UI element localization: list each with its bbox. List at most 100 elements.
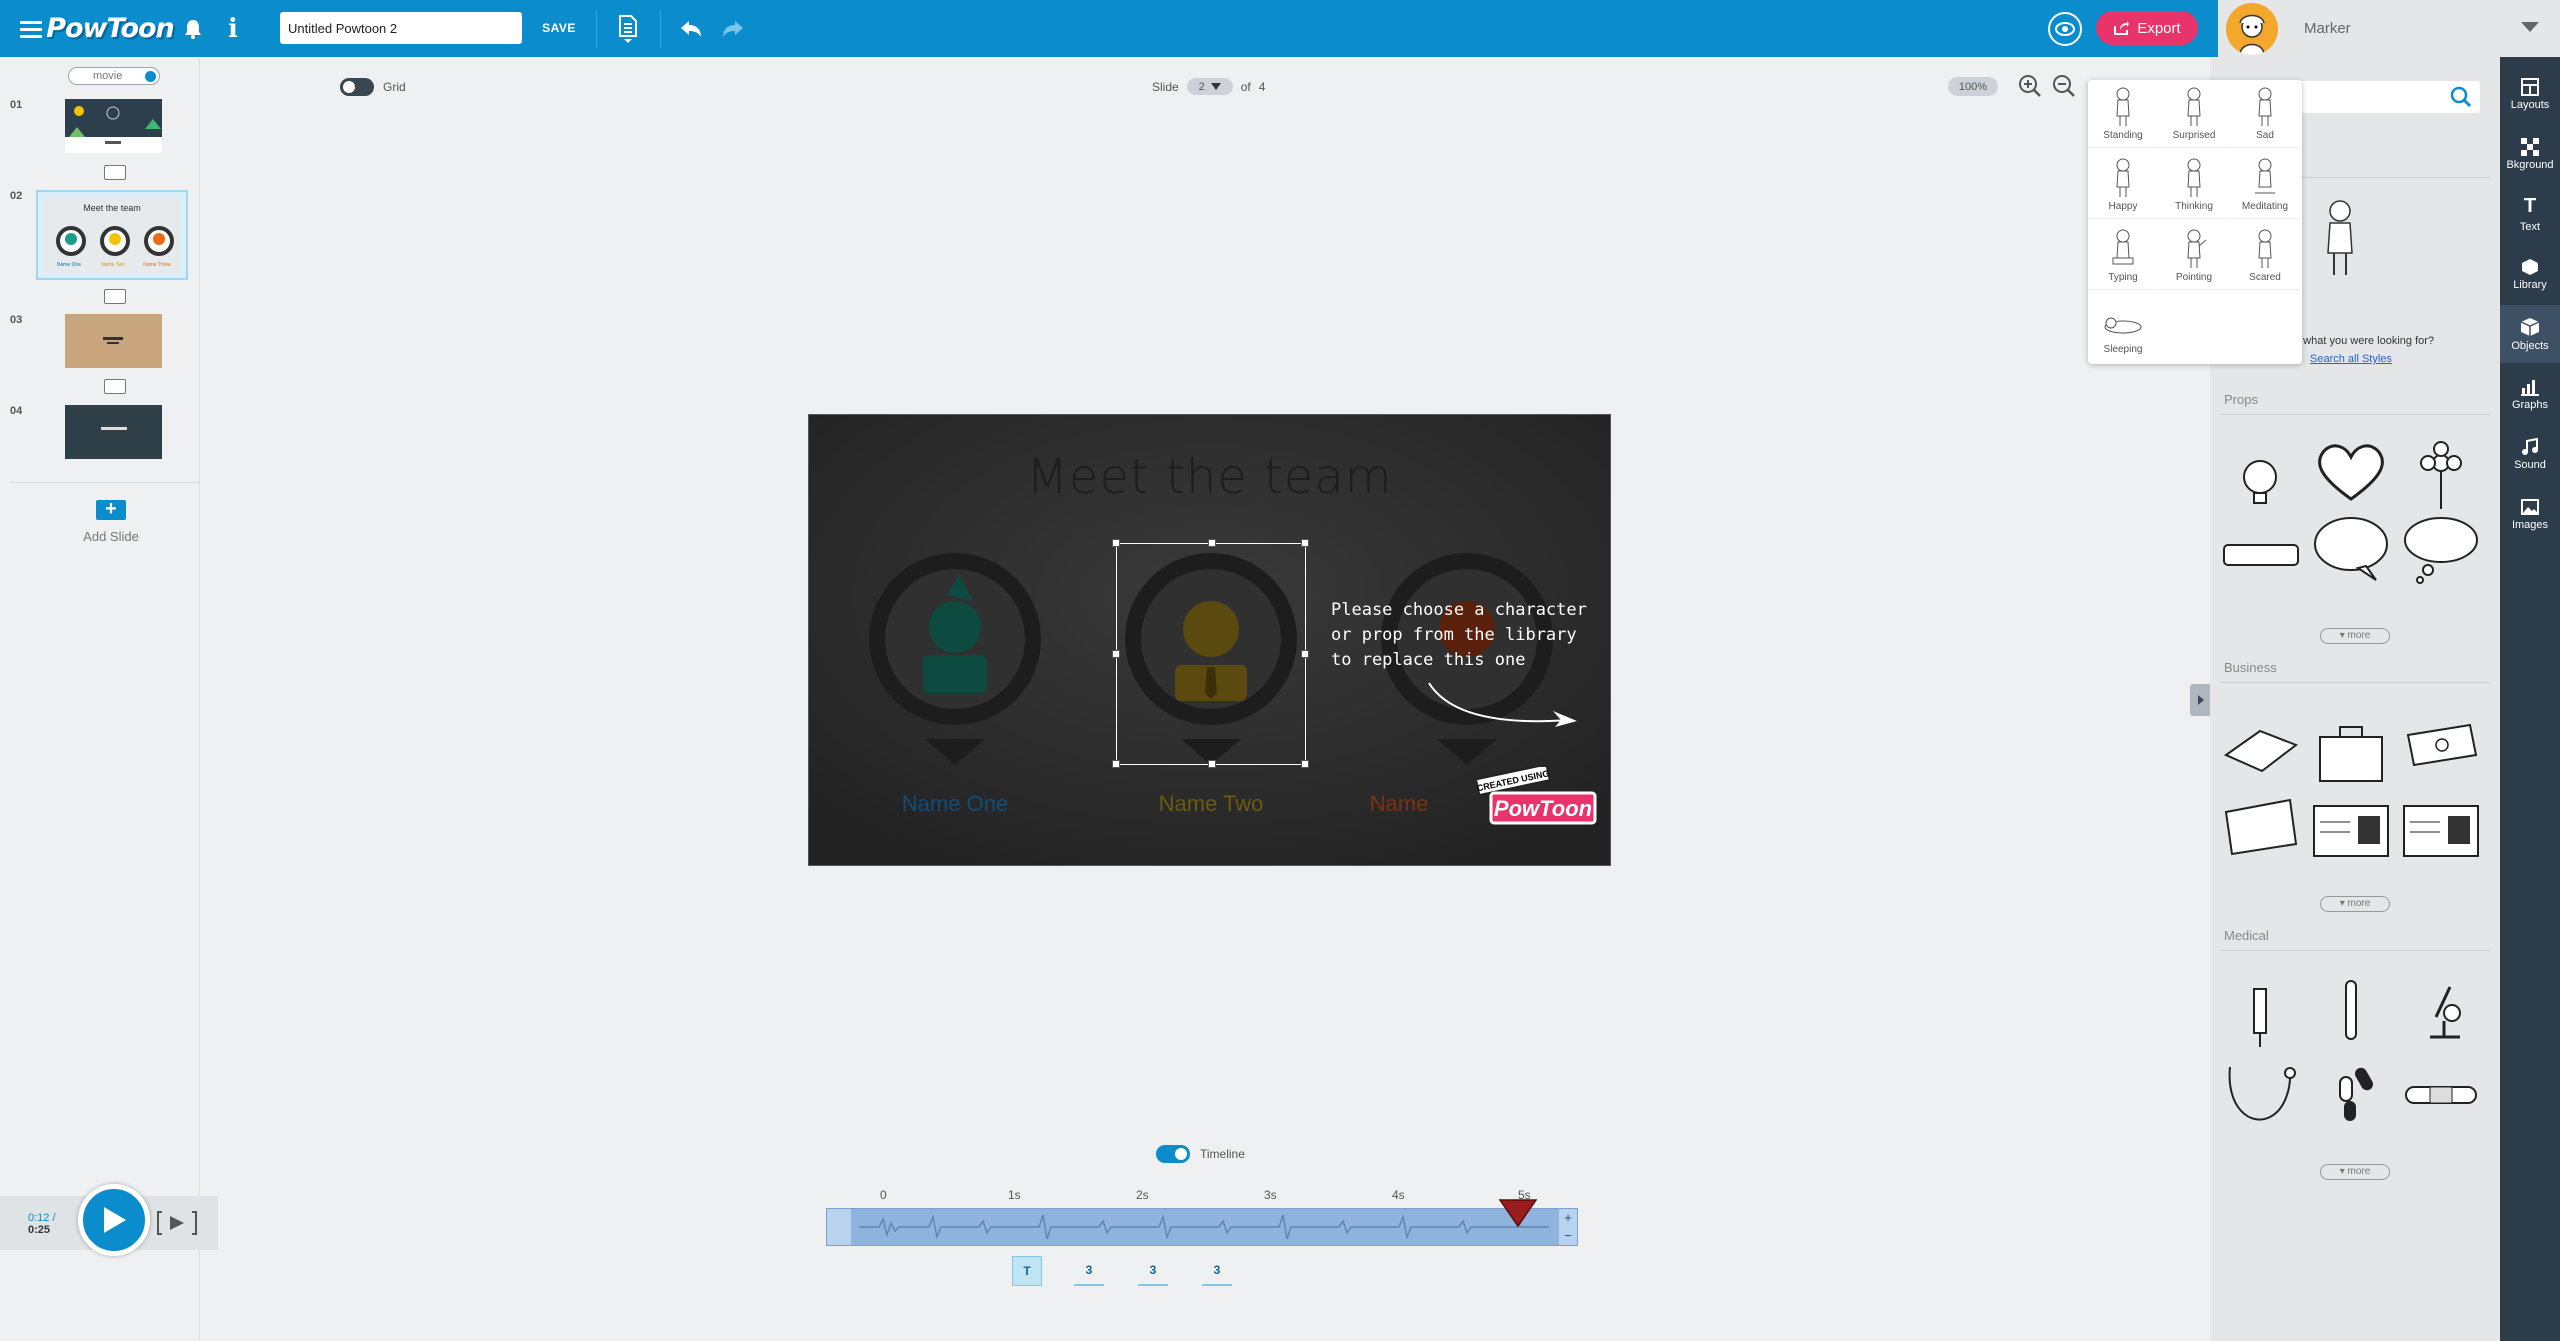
playhead[interactable] <box>1498 1198 1538 1228</box>
user-menu[interactable]: Marker <box>2218 0 2560 57</box>
pose-meditating[interactable]: Meditating <box>2230 151 2300 219</box>
pose-thinking[interactable]: Thinking <box>2159 151 2229 219</box>
title-input[interactable] <box>280 12 522 44</box>
powtoon-logo[interactable]: PowToon <box>46 8 175 48</box>
tool-background[interactable]: Bkground <box>2500 125 2560 183</box>
slide-thumbnail-1[interactable] <box>65 99 162 153</box>
business-map[interactable] <box>2220 792 2302 864</box>
collapse-panel-tab[interactable] <box>2190 684 2210 716</box>
medical-stethoscope[interactable] <box>2220 1057 2302 1129</box>
timeline-object-chip[interactable]: 3 <box>1074 1256 1104 1286</box>
timeline-object-chip[interactable]: T <box>1012 1256 1042 1286</box>
medical-thermometer[interactable] <box>2310 977 2392 1049</box>
tool-layouts[interactable]: Layouts <box>2500 65 2560 123</box>
document-pages-icon[interactable] <box>608 0 648 57</box>
slide-thumbnail-3[interactable] <box>65 314 162 368</box>
undo-icon[interactable] <box>674 0 708 57</box>
zoom-in-icon[interactable] <box>2018 74 2042 103</box>
slide-title[interactable]: Meet the team <box>809 449 1610 505</box>
prop-heart[interactable] <box>2310 437 2392 509</box>
resize-handle[interactable] <box>1112 760 1120 768</box>
movie-toggle[interactable]: movie <box>68 67 160 85</box>
member-name-two[interactable]: Name Two <box>1111 791 1311 817</box>
play-scene-icon[interactable] <box>156 1210 198 1236</box>
redo-icon[interactable] <box>716 0 750 57</box>
chevron-down-icon[interactable] <box>2520 20 2540 39</box>
medical-microscope[interactable] <box>2400 977 2482 1049</box>
resize-handle[interactable] <box>1208 539 1216 547</box>
pose-sad[interactable]: Sad <box>2230 80 2300 148</box>
tool-images[interactable]: Images <box>2500 485 2560 543</box>
grid-toggle[interactable] <box>340 78 374 96</box>
preview-eye-icon[interactable] <box>2048 12 2082 46</box>
play-button[interactable] <box>78 1184 150 1256</box>
character-result[interactable] <box>2320 197 2360 282</box>
pose-surprised[interactable]: Surprised <box>2159 80 2229 148</box>
more-button[interactable]: ▾ more <box>2320 1164 2390 1180</box>
business-id-card[interactable] <box>2310 792 2392 864</box>
medical-pills[interactable] <box>2310 1057 2392 1129</box>
save-button[interactable]: SAVE <box>536 12 582 44</box>
business-briefcase[interactable] <box>2310 717 2392 789</box>
timeline-track[interactable]: + − <box>826 1208 1578 1246</box>
pose-scared[interactable]: Scared <box>2230 222 2300 290</box>
replace-hint-text[interactable]: Please choose a character or prop from t… <box>1331 598 1591 673</box>
hamburger-menu-icon[interactable] <box>14 0 48 57</box>
prop-thought-bubble[interactable] <box>2400 512 2482 584</box>
avatar[interactable] <box>2226 3 2278 55</box>
slide-select[interactable]: 2 <box>1186 78 1233 95</box>
more-button[interactable]: ▾ more <box>2320 896 2390 912</box>
transition-icon[interactable] <box>104 289 126 304</box>
prop-banner[interactable] <box>2220 517 2302 589</box>
search-all-styles-link[interactable]: Search all Styles <box>2310 353 2392 365</box>
pose-typing[interactable]: Typing <box>2088 222 2158 290</box>
member-name-three[interactable]: Name <box>1299 791 1499 817</box>
zoom-out-icon[interactable] <box>2052 74 2076 103</box>
timeline-object-chip[interactable]: 3 <box>1202 1256 1232 1286</box>
business-briefcase-open[interactable] <box>2220 715 2302 787</box>
pose-happy[interactable]: Happy <box>2088 151 2158 219</box>
divider <box>660 10 661 48</box>
tool-objects[interactable]: Objects <box>2500 305 2560 363</box>
pose-standing[interactable]: Standing <box>2088 80 2158 148</box>
transition-icon[interactable] <box>104 165 126 180</box>
zoom-level[interactable]: 100% <box>1948 77 1998 96</box>
medical-bandage[interactable] <box>2400 1057 2482 1129</box>
slide-thumbnail-2[interactable]: Meet the team Name One Name Two Name Thr… <box>36 190 188 280</box>
tool-text[interactable]: T Text <box>2500 185 2560 243</box>
info-icon[interactable]: i <box>220 0 246 57</box>
tool-sound[interactable]: Sound <box>2500 425 2560 483</box>
export-button[interactable]: Export <box>2096 11 2198 45</box>
member-name-one[interactable]: Name One <box>855 791 1055 817</box>
timeline[interactable]: 0 1s 2s 3s 4s 5s + − T 3 3 3 <box>826 1188 1578 1288</box>
more-button[interactable]: ▾ more <box>2320 628 2390 644</box>
resize-handle[interactable] <box>1112 539 1120 547</box>
transition-icon[interactable] <box>104 379 126 394</box>
resize-handle[interactable] <box>1208 760 1216 768</box>
tool-library[interactable]: Library <box>2500 245 2560 303</box>
bell-icon[interactable] <box>178 0 208 57</box>
timeline-toggle[interactable] <box>1156 1145 1190 1163</box>
search-icon[interactable] <box>2450 86 2472 113</box>
slide-stage[interactable]: Meet the team Name One Name Two Name Ple… <box>808 414 1611 866</box>
track-controls-left[interactable] <box>827 1209 851 1245</box>
medical-syringe[interactable] <box>2220 977 2302 1049</box>
slide-thumbnail-4[interactable] <box>65 405 162 459</box>
selection-box[interactable] <box>1112 539 1309 768</box>
add-slide-label[interactable]: Add Slide <box>68 529 154 544</box>
prop-lightbulb[interactable] <box>2220 447 2302 519</box>
add-slide-button[interactable]: + <box>96 499 126 520</box>
business-id-card-2[interactable] <box>2400 792 2482 864</box>
resize-handle[interactable] <box>1301 539 1309 547</box>
timeline-object-chip[interactable]: 3 <box>1138 1256 1168 1286</box>
resize-handle[interactable] <box>1301 650 1309 658</box>
resize-handle[interactable] <box>1301 760 1309 768</box>
track-zoom-controls[interactable]: + − <box>1559 1209 1577 1245</box>
prop-speech-bubble[interactable] <box>2310 512 2392 584</box>
resize-handle[interactable] <box>1112 650 1120 658</box>
prop-flower[interactable] <box>2400 441 2482 513</box>
pose-pointing[interactable]: Pointing <box>2159 222 2229 290</box>
business-money[interactable] <box>2400 715 2482 787</box>
pose-sleeping[interactable]: Sleeping <box>2088 293 2158 361</box>
tool-graphs[interactable]: Graphs <box>2500 365 2560 423</box>
